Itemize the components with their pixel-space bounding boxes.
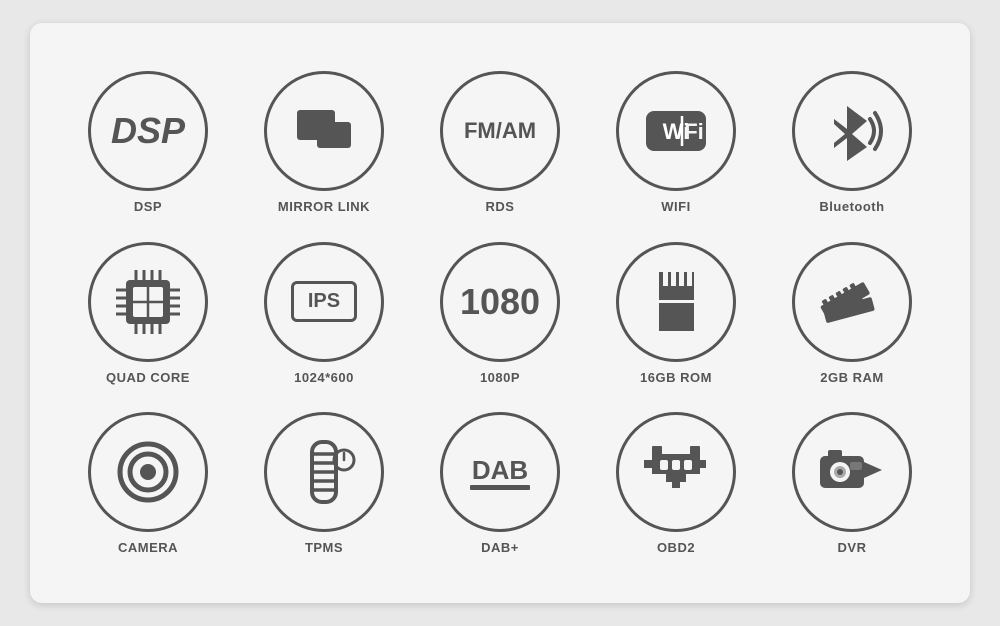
dab-item: DAB DAB+ <box>420 412 580 555</box>
obd2-circle <box>616 412 736 532</box>
dab-circle: DAB <box>440 412 560 532</box>
ips-item: IPS 1024*600 <box>244 242 404 385</box>
mirror-link-icon <box>289 96 359 166</box>
dvr-circle <box>792 412 912 532</box>
wifi-circle: Wi Fi <box>616 71 736 191</box>
wifi-label: WIFI <box>661 199 690 214</box>
dvr-label: DVR <box>838 540 867 555</box>
rds-label: RDS <box>486 199 515 214</box>
rom-label: 16GB ROM <box>640 370 712 385</box>
svg-text:Fi: Fi <box>684 119 704 144</box>
wifi-icon: Wi Fi <box>636 91 716 171</box>
row-1: DSP DSP MIRROR LINK FM/AM RDS <box>60 71 940 214</box>
quad-core-circle <box>88 242 208 362</box>
camera-label: CAMERA <box>118 540 178 555</box>
row-2: QUAD CORE IPS 1024*600 1080 1080P <box>60 242 940 385</box>
svg-text:DAB: DAB <box>472 455 528 485</box>
bluetooth-circle <box>792 71 912 191</box>
wifi-item: Wi Fi WIFI <box>596 71 756 214</box>
ram-item: 2GB RAM <box>772 242 932 385</box>
1080p-icon: 1080 <box>460 281 540 323</box>
row-3: CAMERA TPMS <box>60 412 940 555</box>
dab-icon: DAB <box>465 447 535 497</box>
bluetooth-icon <box>812 91 892 171</box>
rom-circle <box>616 242 736 362</box>
ips-circle: IPS <box>264 242 384 362</box>
tpms-circle <box>264 412 384 532</box>
camera-item: CAMERA <box>68 412 228 555</box>
dsp-circle: DSP <box>88 71 208 191</box>
1080p-item: 1080 1080P <box>420 242 580 385</box>
ips-label: 1024*600 <box>294 370 354 385</box>
rds-icon: FM/AM <box>464 118 536 144</box>
ram-icon <box>812 262 892 342</box>
sd-card-icon <box>639 264 714 339</box>
dvr-item: DVR <box>772 412 932 555</box>
mirror-link-item: MIRROR LINK <box>244 71 404 214</box>
feature-card: DSP DSP MIRROR LINK FM/AM RDS <box>30 23 970 603</box>
quad-core-item: QUAD CORE <box>68 242 228 385</box>
bluetooth-label: Bluetooth <box>819 199 884 214</box>
bluetooth-item: Bluetooth <box>772 71 932 214</box>
quad-core-icon <box>108 262 188 342</box>
dsp-label: DSP <box>134 199 162 214</box>
ram-circle <box>792 242 912 362</box>
dvr-icon <box>812 432 892 512</box>
engine-icon <box>636 432 716 512</box>
obd2-item: OBD2 <box>596 412 756 555</box>
1080p-circle: 1080 <box>440 242 560 362</box>
quad-core-label: QUAD CORE <box>106 370 190 385</box>
obd2-label: OBD2 <box>657 540 695 555</box>
1080p-label: 1080P <box>480 370 520 385</box>
rds-item: FM/AM RDS <box>420 71 580 214</box>
dab-label: DAB+ <box>481 540 519 555</box>
tpms-icon <box>284 432 364 512</box>
ram-label: 2GB RAM <box>820 370 883 385</box>
ips-icon: IPS <box>291 281 357 322</box>
dsp-item: DSP DSP <box>68 71 228 214</box>
rds-circle: FM/AM <box>440 71 560 191</box>
camera-icon <box>108 432 188 512</box>
mirror-link-circle <box>264 71 384 191</box>
tpms-label: TPMS <box>305 540 343 555</box>
camera-circle <box>88 412 208 532</box>
tpms-item: TPMS <box>244 412 404 555</box>
rom-item: 16GB ROM <box>596 242 756 385</box>
dsp-icon: DSP <box>111 110 185 152</box>
mirror-link-label: MIRROR LINK <box>278 199 370 214</box>
